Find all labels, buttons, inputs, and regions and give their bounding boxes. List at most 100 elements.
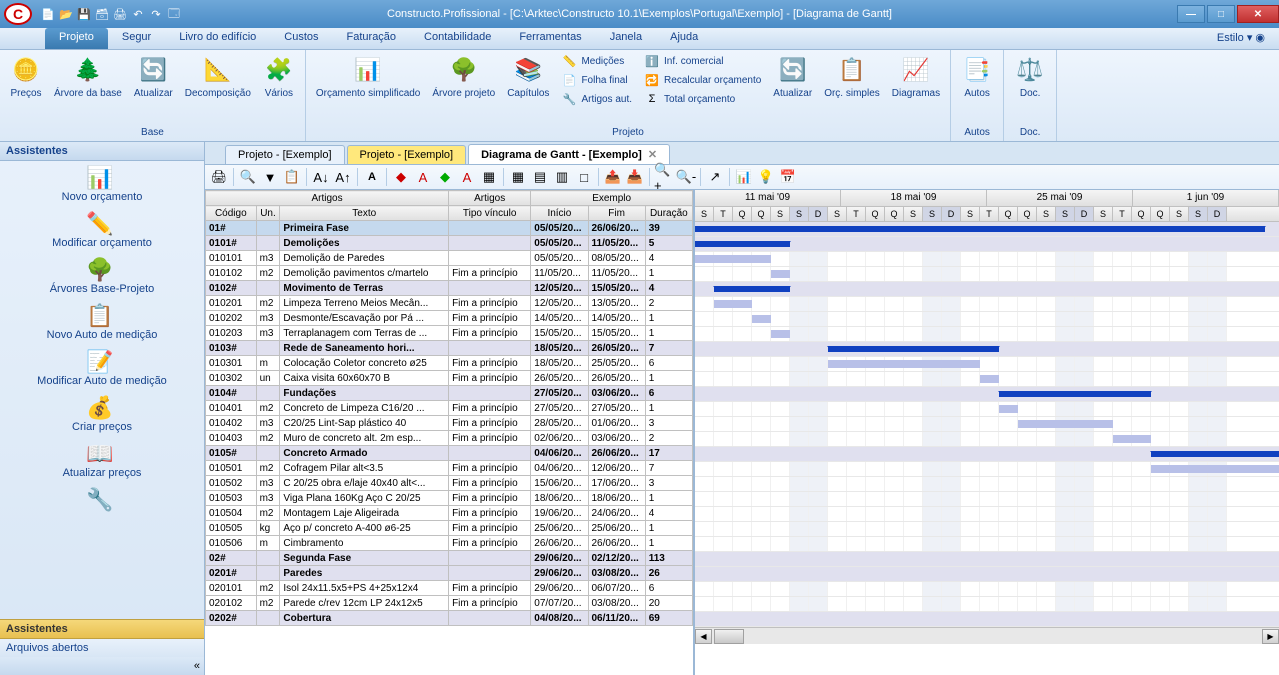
gantt-bar[interactable] bbox=[1018, 420, 1113, 428]
assist-item-3[interactable]: 📋Novo Auto de medição bbox=[0, 299, 204, 345]
btn-recalcular[interactable]: 🔁Recalcular orçamento bbox=[640, 71, 765, 89]
btn-orcamento-simp[interactable]: 📊Orçamento simplificado bbox=[312, 52, 424, 101]
print-icon[interactable]: 🖨 bbox=[209, 167, 229, 187]
hdr-exemplo[interactable]: Exemplo bbox=[531, 191, 693, 206]
export-icon[interactable]: 📤 bbox=[603, 167, 623, 187]
undo-icon[interactable]: ↶ bbox=[130, 6, 146, 22]
hdr-duracao[interactable]: Duração bbox=[645, 206, 692, 221]
task-row[interactable]: 0101#Demolições05/05/20...11/05/20...5 bbox=[206, 236, 693, 251]
task-row[interactable]: 020102m2Parede c/rev 12cm LP 24x12x5Fim … bbox=[206, 596, 693, 611]
assist-item-1[interactable]: ✏️Modificar orçamento bbox=[0, 207, 204, 253]
assist-item-more[interactable]: 🔧 bbox=[0, 483, 204, 517]
gantt-bar[interactable] bbox=[999, 391, 1151, 397]
new-icon[interactable]: 📄 bbox=[40, 6, 56, 22]
fill4-icon[interactable]: A bbox=[457, 167, 477, 187]
btn-diagramas[interactable]: 📈Diagramas bbox=[888, 52, 944, 101]
task-row[interactable]: 010302unCaixa visita 60x60x70 BFim a pri… bbox=[206, 371, 693, 386]
doc-tab-1[interactable]: Projeto - [Exemplo] bbox=[347, 145, 467, 164]
filter-icon[interactable]: ▼ bbox=[260, 167, 280, 187]
btn-medicoes[interactable]: 📏Medições bbox=[557, 52, 636, 70]
scroll-right-icon[interactable]: ▶ bbox=[1262, 629, 1279, 644]
hdr-un[interactable]: Un. bbox=[256, 206, 280, 221]
scroll-left-icon[interactable]: ◀ bbox=[695, 629, 712, 644]
task-row[interactable]: 0102#Movimento de Terras12/05/20...15/05… bbox=[206, 281, 693, 296]
btn-atualizar-proj[interactable]: 🔄Atualizar bbox=[769, 52, 816, 101]
scroll-thumb[interactable] bbox=[714, 629, 744, 644]
gantt-bar[interactable] bbox=[1151, 451, 1279, 457]
btn-total-orc[interactable]: ΣTotal orçamento bbox=[640, 90, 765, 108]
menu-segur[interactable]: Segur bbox=[108, 28, 165, 49]
open-icon[interactable]: 📂 bbox=[58, 6, 74, 22]
task-row[interactable]: 02#Segunda Fase29/06/20...02/12/20...113 bbox=[206, 551, 693, 566]
task-row[interactable]: 0105#Concreto Armado04/06/20...26/06/20.… bbox=[206, 446, 693, 461]
task-row[interactable]: 0104#Fundações27/05/20...03/06/20...6 bbox=[206, 386, 693, 401]
menu-ferramentas[interactable]: Ferramentas bbox=[505, 28, 595, 49]
gantt-bar[interactable] bbox=[695, 241, 790, 247]
sort-desc-icon[interactable]: A↑ bbox=[333, 167, 353, 187]
task-row[interactable]: 01#Primeira Fase05/05/20...26/06/20...39 bbox=[206, 221, 693, 236]
gantt-bar[interactable] bbox=[1113, 435, 1151, 443]
gantt-bar[interactable] bbox=[695, 255, 771, 263]
nav-assistentes[interactable]: Assistentes bbox=[0, 619, 204, 638]
btn-orc-simples[interactable]: 📋Orç. simples bbox=[820, 52, 884, 101]
assist-item-5[interactable]: 💰Criar preços bbox=[0, 391, 204, 437]
bold-icon[interactable]: A bbox=[362, 167, 382, 187]
btn-arvore-base[interactable]: 🌲Árvore da base bbox=[50, 52, 126, 101]
task-row[interactable]: 010503m3Viga Plana 160Kg Aço C 20/25Fim … bbox=[206, 491, 693, 506]
gantt-chart[interactable]: 11 mai '0918 mai '0925 mai '091 jun '09 … bbox=[695, 190, 1279, 675]
btn-varios[interactable]: 🧩Vários bbox=[259, 52, 299, 101]
fill1-icon[interactable]: ◆ bbox=[391, 167, 411, 187]
menu-projeto[interactable]: Projeto bbox=[45, 28, 108, 49]
maximize-button[interactable]: □ bbox=[1207, 5, 1235, 23]
task-grid[interactable]: Artigos Artigos Exemplo Código Un. Texto… bbox=[205, 190, 695, 675]
assist-item-2[interactable]: 🌳Árvores Base-Projeto bbox=[0, 253, 204, 299]
btn-artigos-aut[interactable]: 🔧Artigos aut. bbox=[557, 90, 636, 108]
doc-tab-2[interactable]: Diagrama de Gantt - [Exemplo]✕ bbox=[468, 144, 670, 164]
gantt-bar[interactable] bbox=[828, 346, 999, 352]
gantt-bar[interactable] bbox=[752, 315, 771, 323]
task-row[interactable]: 010502m3C 20/25 obra e/laje 40x40 alt<..… bbox=[206, 476, 693, 491]
btn-precos[interactable]: 🪙Preços bbox=[6, 52, 46, 101]
grid3-icon[interactable]: ▥ bbox=[552, 167, 572, 187]
menu-janela[interactable]: Janela bbox=[596, 28, 656, 49]
menu-livro[interactable]: Livro do edifício bbox=[165, 28, 270, 49]
preview-icon[interactable]: 🔍 bbox=[238, 167, 258, 187]
app-logo[interactable]: C bbox=[4, 3, 32, 25]
form-icon[interactable]: 🗔 bbox=[166, 6, 182, 22]
gantt-bar[interactable] bbox=[980, 375, 999, 383]
zoomin-icon[interactable]: 🔍+ bbox=[654, 167, 674, 187]
task-row[interactable]: 010403m2Muro de concreto alt. 2m esp...F… bbox=[206, 431, 693, 446]
btn-inf-comercial[interactable]: ℹ️Inf. comercial bbox=[640, 52, 765, 70]
light-icon[interactable]: 💡 bbox=[756, 167, 776, 187]
hdr-artigos2[interactable]: Artigos bbox=[449, 191, 531, 206]
task-row[interactable]: 010401m2Concreto de Limpeza C16/20 ...Fi… bbox=[206, 401, 693, 416]
hdr-artigos[interactable]: Artigos bbox=[206, 191, 449, 206]
nav-arquivos-abertos[interactable]: Arquivos abertos bbox=[0, 638, 204, 657]
gantt-bar[interactable] bbox=[771, 330, 790, 338]
fill3-icon[interactable]: ◆ bbox=[435, 167, 455, 187]
hdr-codigo[interactable]: Código bbox=[206, 206, 257, 221]
task-row[interactable]: 020101m2Isol 24x11.5x5+PS 4+25x12x4Fim a… bbox=[206, 581, 693, 596]
task-row[interactable]: 010506mCimbramentoFim a princípio26/06/2… bbox=[206, 536, 693, 551]
btn-atualizar[interactable]: 🔄Atualizar bbox=[130, 52, 177, 101]
hdr-inicio[interactable]: Início bbox=[531, 206, 588, 221]
collapse-icon[interactable]: « bbox=[194, 660, 200, 672]
redo-icon[interactable]: ↷ bbox=[148, 6, 164, 22]
btn-capitulos[interactable]: 📚Capítulos bbox=[503, 52, 553, 101]
save-icon[interactable]: 💾 bbox=[76, 6, 92, 22]
menu-custos[interactable]: Custos bbox=[270, 28, 332, 49]
zoomout-icon[interactable]: 🔍- bbox=[676, 167, 696, 187]
assist-item-0[interactable]: 📊Novo orçamento bbox=[0, 161, 204, 207]
gantt-hscroll[interactable]: ◀ ▶ bbox=[695, 627, 1279, 644]
doc-tab-0[interactable]: Projeto - [Exemplo] bbox=[225, 145, 345, 164]
task-row[interactable]: 0202#Cobertura04/08/20...06/11/20...69 bbox=[206, 611, 693, 626]
copy-icon[interactable]: 📋 bbox=[282, 167, 302, 187]
task-row[interactable]: 010504m2Montagem Laje AligeiradaFim a pr… bbox=[206, 506, 693, 521]
grid4-icon[interactable]: □ bbox=[574, 167, 594, 187]
task-row[interactable]: 010402m3C20/25 Lint-Sap plástico 40Fim a… bbox=[206, 416, 693, 431]
btn-arvore-projeto[interactable]: 🌳Árvore projeto bbox=[428, 52, 499, 101]
close-button[interactable]: ✕ bbox=[1237, 5, 1279, 23]
calendar-icon[interactable]: 📅 bbox=[778, 167, 798, 187]
grid1-icon[interactable]: ▦ bbox=[508, 167, 528, 187]
task-row[interactable]: 010501m2Cofragem Pilar alt<3.5Fim a prin… bbox=[206, 461, 693, 476]
